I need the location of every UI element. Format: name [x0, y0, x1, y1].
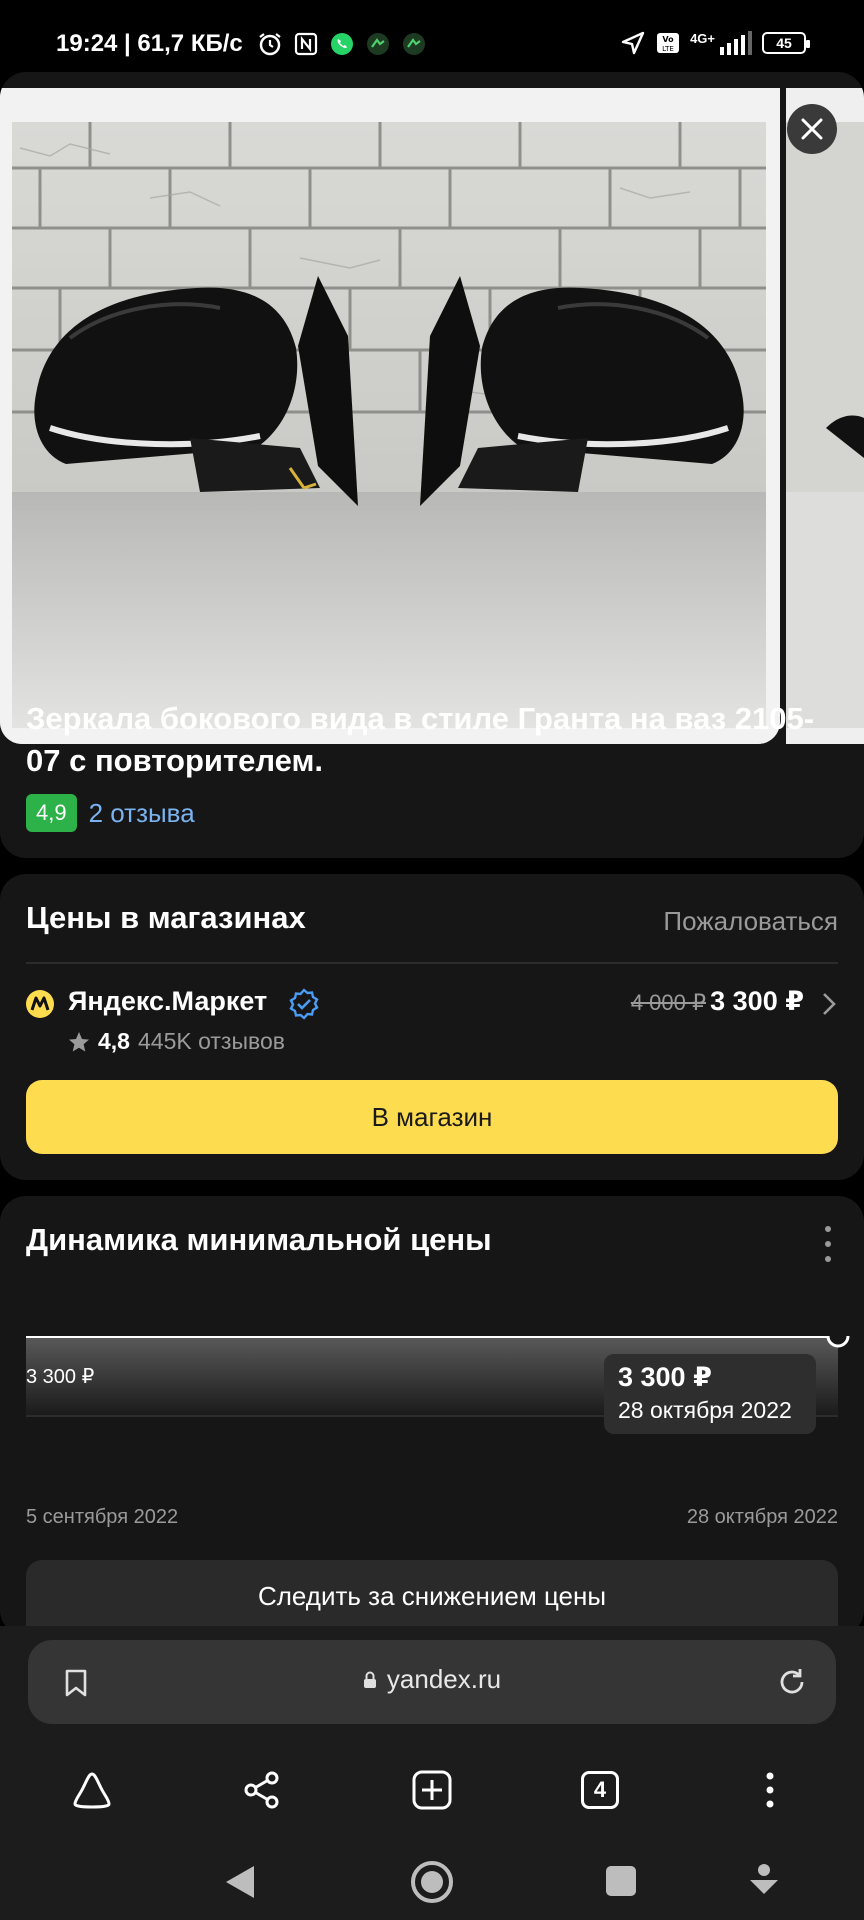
- shop-reviews: 445K отзывов: [137, 1028, 285, 1054]
- tooltip-date: 28 октября 2022: [618, 1397, 792, 1423]
- browser-nav-row: 4: [0, 1746, 864, 1834]
- chart-date-end: 28 октября 2022: [686, 1506, 838, 1528]
- more-vertical-icon: [766, 1772, 774, 1808]
- divider: [26, 962, 838, 964]
- address-bar[interactable]: yandex.ru: [28, 1640, 836, 1724]
- app-notification-icon: [402, 33, 425, 55]
- chart-tooltip: 3 300 ₽ 28 октября 2022: [604, 1354, 816, 1434]
- tabs-button[interactable]: 4: [576, 1766, 624, 1814]
- status-time: 19:24 | 61,7 КБ/с: [56, 30, 243, 57]
- home-circle-icon[interactable]: [410, 1860, 454, 1904]
- status-right: Vo LTE 4G+ 45: [620, 30, 810, 56]
- close-icon: [801, 118, 823, 140]
- shop-name[interactable]: Яндекс.Маркет: [68, 986, 267, 1017]
- tabs-count-icon: 4: [581, 1771, 619, 1809]
- product-title: Зеркала бокового вида в стиле Гранта на …: [26, 701, 815, 778]
- shop-rating-value: 4,8: [98, 1028, 130, 1054]
- lock-icon: [363, 1671, 376, 1688]
- collapse-keyboard-icon[interactable]: [748, 1862, 780, 1898]
- old-price: 4 000 ₽: [630, 990, 706, 1015]
- tooltip-price: 3 300 ₽: [618, 1362, 712, 1392]
- share-button[interactable]: [238, 1766, 286, 1814]
- prices-title: Цены в магазинах: [26, 900, 306, 935]
- share-icon: [244, 1771, 279, 1809]
- whatsapp-icon: [330, 33, 353, 55]
- track-price-button[interactable]: Следить за снижением цены: [26, 1560, 838, 1636]
- price-point[interactable]: [826, 1336, 850, 1348]
- yandex-market-logo-icon: [26, 990, 54, 1018]
- svg-text:Vo: Vo: [662, 35, 674, 44]
- network-type: 4G+: [690, 31, 715, 46]
- app-notification-icon: [366, 33, 389, 55]
- url-display[interactable]: yandex.ru: [28, 1664, 836, 1695]
- product-photo[interactable]: [0, 88, 780, 744]
- price-dynamics-title: Динамика минимальной цены: [26, 1222, 492, 1257]
- reload-icon[interactable]: [776, 1666, 808, 1698]
- new-price: 3 300 ₽: [710, 986, 804, 1016]
- recents-icon[interactable]: [604, 1864, 638, 1898]
- location-icon: [621, 31, 645, 55]
- chart-date-start: 5 сентября 2022: [26, 1506, 179, 1528]
- nfc-icon: [294, 32, 317, 56]
- plus-icon: [412, 1770, 452, 1810]
- new-tab-button[interactable]: [408, 1766, 456, 1814]
- product-card: Зеркала бокового вида в стиле Гранта на …: [0, 72, 864, 858]
- star-icon: [69, 1031, 89, 1051]
- battery-icon: 45: [762, 32, 810, 54]
- url-text: yandex.ru: [386, 1664, 502, 1694]
- browser-bottom-bar: yandex.ru 4: [0, 1626, 864, 1920]
- prices-card: Цены в магазинах Пожаловаться Яндекс.Мар…: [0, 874, 864, 1180]
- volte-icon: VoLTE: [657, 33, 680, 53]
- close-button[interactable]: [787, 104, 837, 154]
- svg-text:LTE: LTE: [662, 45, 674, 53]
- status-left: 19:24 | 61,7 КБ/с: [56, 30, 427, 58]
- mirrors-image: [0, 88, 780, 744]
- next-photo[interactable]: [786, 88, 864, 744]
- go-to-shop-button[interactable]: В магазин: [26, 1080, 838, 1154]
- chart-price-label: 3 300 ₽: [26, 1366, 95, 1388]
- verified-icon: [289, 988, 319, 1020]
- chevron-right-icon[interactable]: [820, 992, 838, 1016]
- price-dynamics-card: Динамика минимальной цены 3 300 ₽ 3 300 …: [0, 1196, 864, 1636]
- alice-home-icon: [73, 1772, 111, 1809]
- home-button[interactable]: [68, 1766, 116, 1814]
- rating-row: 4,9 2 отзыва: [26, 794, 195, 832]
- menu-button[interactable]: [746, 1766, 794, 1814]
- complain-link[interactable]: Пожаловаться: [663, 906, 838, 937]
- more-options-icon[interactable]: [822, 1226, 834, 1262]
- signal-icon: 4G+: [690, 31, 752, 55]
- system-nav-bar: [0, 1844, 864, 1920]
- shop-rating: 4,8 445K отзывов: [68, 1028, 285, 1055]
- back-icon[interactable]: [224, 1864, 256, 1900]
- next-photo-image: [786, 122, 864, 728]
- reviews-link[interactable]: 2 отзыва: [89, 798, 195, 829]
- rating-badge: 4,9: [26, 794, 77, 832]
- alarm-icon: [259, 33, 281, 56]
